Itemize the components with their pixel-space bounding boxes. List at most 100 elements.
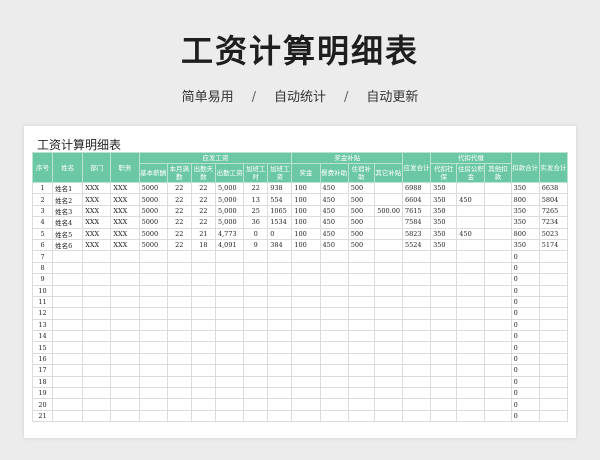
cell-gross-total[interactable] [401, 387, 432, 400]
cell-housing-allowance[interactable]: 500 [347, 238, 375, 252]
cell-housing-allowance[interactable] [347, 330, 375, 343]
cell-overtime-pay[interactable]: 1065 [267, 204, 293, 218]
cell-other-deduction[interactable] [484, 227, 512, 240]
cell-dept[interactable]: XXX [82, 204, 112, 218]
cell-overtime-hours[interactable] [243, 409, 269, 423]
cell-dept[interactable] [82, 284, 112, 297]
cell-attendance-pay[interactable]: 4,773 [214, 227, 245, 240]
cell-housing-allowance[interactable]: 500 [347, 204, 375, 218]
cell-index[interactable]: 3 [31, 204, 54, 218]
cell-gross-total[interactable]: 7615 [401, 204, 432, 218]
cell-base-salary[interactable] [138, 284, 168, 297]
cell-social-insurance[interactable] [430, 330, 458, 343]
cell-net-total[interactable] [538, 318, 569, 332]
cell-base-salary[interactable]: 5000 [138, 204, 168, 218]
cell-meal-allowance[interactable]: 450 [319, 193, 349, 206]
cell-position[interactable]: XXX [110, 181, 140, 195]
cell-gross-total[interactable] [401, 261, 432, 275]
cell-attendance-days[interactable] [190, 375, 216, 389]
cell-index[interactable]: 11 [31, 295, 54, 309]
cell-position[interactable] [110, 330, 140, 343]
cell-bonus[interactable] [291, 295, 321, 309]
cell-other-allowance[interactable] [373, 250, 404, 263]
cell-base-salary[interactable] [138, 250, 168, 263]
cell-social-insurance[interactable] [430, 318, 458, 332]
cell-other-deduction[interactable] [484, 250, 512, 263]
cell-gross-total[interactable] [401, 409, 432, 423]
cell-other-allowance[interactable]: 500.00 [373, 204, 404, 218]
cell-month-days[interactable]: 22 [166, 193, 192, 206]
cell-other-deduction[interactable] [484, 193, 512, 206]
cell-index[interactable]: 18 [31, 375, 54, 389]
cell-other-deduction[interactable] [484, 341, 512, 354]
cell-gross-total[interactable] [401, 273, 432, 286]
cell-other-deduction[interactable] [484, 181, 512, 195]
cell-attendance-pay[interactable] [214, 261, 245, 275]
cell-name[interactable] [52, 341, 84, 354]
cell-overtime-pay[interactable]: 0 [267, 227, 293, 240]
cell-index[interactable]: 15 [31, 341, 54, 354]
cell-gross-total[interactable] [401, 284, 432, 297]
cell-month-days[interactable] [166, 318, 192, 332]
cell-housing-allowance[interactable] [347, 295, 375, 309]
cell-position[interactable]: XXX [110, 227, 140, 240]
cell-attendance-days[interactable] [190, 398, 216, 411]
cell-other-allowance[interactable] [373, 352, 404, 366]
cell-bonus[interactable] [291, 330, 321, 343]
cell-deduction-total[interactable]: 800 [510, 227, 540, 240]
cell-base-salary[interactable] [138, 318, 168, 332]
cell-index[interactable]: 4 [31, 216, 54, 229]
cell-net-total[interactable] [538, 341, 569, 354]
cell-name[interactable] [52, 250, 84, 263]
cell-base-salary[interactable] [138, 261, 168, 275]
cell-dept[interactable] [82, 398, 112, 411]
cell-other-deduction[interactable] [484, 318, 512, 332]
cell-deduction-total[interactable]: 350 [510, 181, 540, 195]
cell-other-allowance[interactable] [373, 330, 404, 343]
cell-index[interactable]: 19 [31, 387, 54, 400]
cell-other-allowance[interactable] [373, 307, 404, 320]
cell-overtime-pay[interactable] [267, 295, 293, 309]
cell-overtime-pay[interactable] [267, 387, 293, 400]
cell-overtime-pay[interactable] [267, 341, 293, 354]
cell-housing-fund[interactable]: 450 [456, 193, 486, 206]
cell-net-total[interactable] [538, 409, 569, 423]
cell-index[interactable]: 20 [31, 398, 54, 411]
cell-month-days[interactable] [166, 409, 192, 423]
cell-overtime-hours[interactable] [243, 341, 269, 354]
cell-name[interactable]: 姓名5 [52, 227, 84, 240]
cell-attendance-days[interactable] [190, 341, 216, 354]
cell-housing-allowance[interactable]: 500 [347, 193, 375, 206]
cell-name[interactable] [52, 352, 84, 366]
cell-meal-allowance[interactable] [319, 364, 349, 377]
cell-social-insurance[interactable]: 350 [430, 238, 458, 252]
cell-other-allowance[interactable] [373, 227, 404, 240]
cell-attendance-pay[interactable] [214, 341, 245, 354]
cell-bonus[interactable]: 100 [291, 204, 321, 218]
cell-social-insurance[interactable] [430, 273, 458, 286]
cell-month-days[interactable] [166, 307, 192, 320]
cell-month-days[interactable] [166, 273, 192, 286]
cell-other-allowance[interactable] [373, 341, 404, 354]
cell-net-total[interactable] [538, 387, 569, 400]
cell-attendance-days[interactable] [190, 318, 216, 332]
cell-housing-fund[interactable] [456, 398, 486, 411]
cell-other-deduction[interactable] [484, 307, 512, 320]
cell-other-deduction[interactable] [484, 295, 512, 309]
cell-bonus[interactable] [291, 352, 321, 366]
cell-overtime-hours[interactable] [243, 364, 269, 377]
cell-base-salary[interactable] [138, 398, 168, 411]
cell-deduction-total[interactable]: 0 [510, 364, 540, 377]
cell-bonus[interactable]: 100 [291, 238, 321, 252]
cell-meal-allowance[interactable]: 450 [319, 216, 349, 229]
cell-net-total[interactable]: 5174 [538, 238, 569, 252]
cell-attendance-pay[interactable]: 5,000 [214, 193, 245, 206]
cell-deduction-total[interactable]: 0 [510, 409, 540, 423]
cell-overtime-hours[interactable]: 0 [243, 227, 269, 240]
cell-dept[interactable] [82, 295, 112, 309]
cell-social-insurance[interactable]: 350 [430, 181, 458, 195]
cell-net-total[interactable] [538, 295, 569, 309]
cell-attendance-days[interactable] [190, 295, 216, 309]
cell-position[interactable] [110, 295, 140, 309]
cell-net-total[interactable]: 5804 [538, 193, 569, 206]
